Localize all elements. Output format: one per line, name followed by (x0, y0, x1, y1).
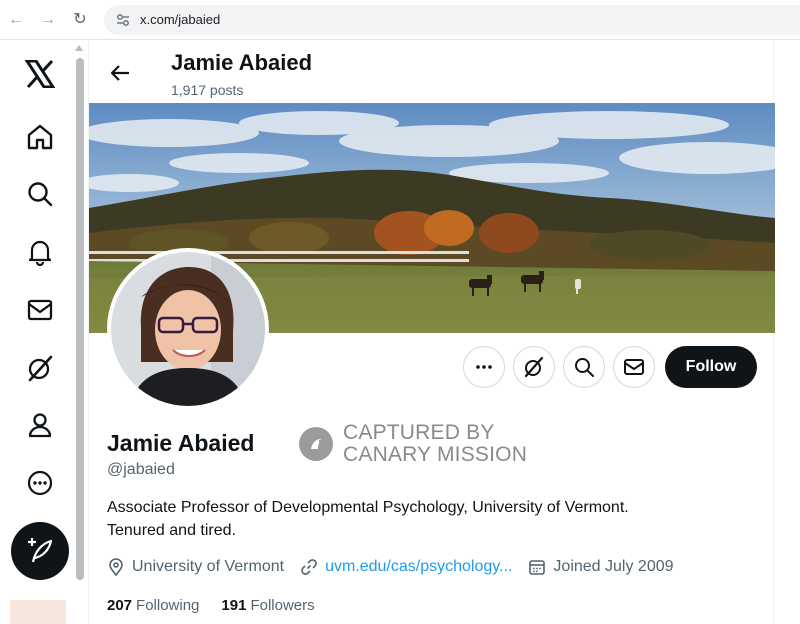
following-label: Following (136, 597, 200, 614)
compose-feather-icon (28, 538, 53, 563)
forward-arrow-icon[interactable]: → (38, 10, 58, 30)
notifications-bell-icon[interactable] (22, 234, 58, 270)
search-icon (575, 358, 594, 377)
calendar-icon (529, 560, 546, 575)
search-icon[interactable] (22, 176, 58, 212)
website-item[interactable]: uvm.edu/cas/psychology... (300, 558, 512, 576)
envelope-icon (624, 359, 644, 375)
grok-icon[interactable] (22, 350, 58, 386)
more-circle-icon[interactable] (22, 465, 58, 501)
message-button[interactable] (613, 346, 655, 388)
address-bar[interactable]: x.com/jabaied (104, 5, 800, 35)
more-dots-icon (476, 365, 492, 369)
left-nav (0, 40, 80, 624)
followers-count: 191 (221, 597, 247, 614)
reload-icon[interactable]: ↻ (70, 10, 90, 30)
watermark-line1: CAPTURED BY (343, 421, 495, 444)
following-link[interactable]: 207 Following (107, 597, 199, 614)
back-button[interactable] (105, 58, 135, 88)
compose-post-button[interactable] (11, 522, 69, 580)
url-text: x.com/jabaied (140, 12, 221, 27)
grok-icon (524, 356, 544, 378)
website-link[interactable]: uvm.edu/cas/psychology... (325, 558, 512, 576)
header-post-count: 1,917 posts (171, 82, 244, 98)
site-settings-icon[interactable] (116, 13, 130, 27)
scrollbar-up-arrow[interactable] (75, 45, 83, 51)
back-arrow-icon[interactable]: ← (6, 10, 26, 30)
location-text: University of Vermont (132, 558, 285, 575)
canary-logo-icon (299, 427, 333, 461)
followers-link[interactable]: 191 Followers (221, 597, 314, 614)
follow-stats: 207 Following 191 Followers (107, 597, 337, 614)
scrollbar-thumb[interactable] (76, 58, 84, 580)
header-name: Jamie Abaied (171, 50, 313, 75)
canary-mission-watermark: CAPTURED BY CANARY MISSION (299, 422, 527, 466)
messages-envelope-icon[interactable] (22, 292, 58, 328)
profile-meta: University of Vermont uvm.edu/cas/psycho… (107, 558, 690, 576)
user-handle: @jabaied (107, 461, 175, 478)
watermark-line2: CANARY MISSION (343, 443, 528, 466)
followers-label: Followers (250, 597, 315, 614)
back-arrow-icon (110, 65, 129, 81)
more-options-button[interactable] (463, 346, 505, 388)
location-pin-icon (109, 558, 123, 576)
account-avatar[interactable] (10, 600, 66, 624)
follow-button[interactable]: Follow (665, 346, 757, 388)
following-count: 207 (107, 597, 133, 614)
profile-column: Jamie Abaied 1,917 posts Follow Jamie Ab… (88, 40, 775, 624)
display-name: Jamie Abaied (107, 430, 255, 456)
joined-text: Joined July 2009 (553, 558, 674, 575)
profile-person-icon[interactable] (22, 407, 58, 443)
search-profile-button[interactable] (563, 346, 605, 388)
bio-line: Associate Professor of Developmental Psy… (107, 499, 629, 516)
x-logo-icon[interactable] (22, 56, 58, 92)
profile-avatar[interactable] (107, 248, 269, 410)
bio-line: Tenured and tired. (107, 522, 236, 539)
link-icon (301, 559, 317, 575)
browser-toolbar: ← → ↻ x.com/jabaied (0, 0, 800, 40)
profile-bio: Associate Professor of Developmental Psy… (107, 496, 747, 542)
joined-item: Joined July 2009 (528, 558, 674, 576)
location-item: University of Vermont (107, 558, 284, 576)
grok-button[interactable] (513, 346, 555, 388)
home-icon[interactable] (22, 119, 58, 155)
